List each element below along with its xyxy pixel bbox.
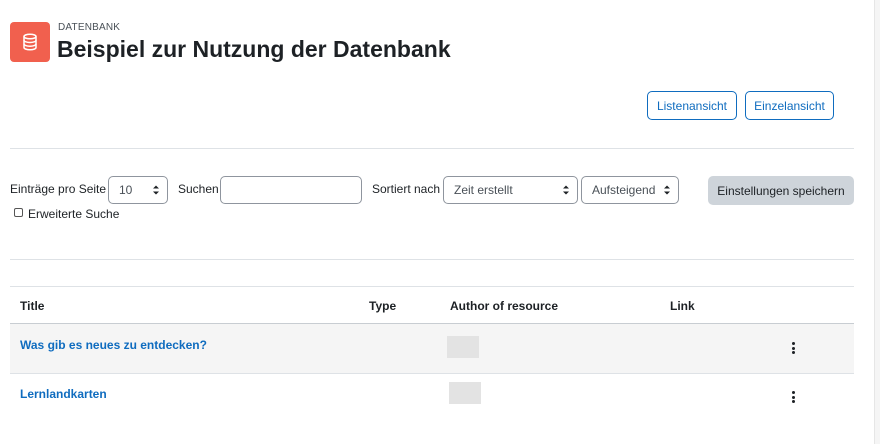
row-divider (10, 373, 854, 374)
sort-field-value: Zeit erstellt (454, 183, 513, 197)
list-view-button[interactable]: Listenansicht (647, 91, 737, 120)
search-label: Suchen (178, 182, 219, 196)
more-actions-icon[interactable] (791, 391, 795, 403)
divider (10, 259, 854, 260)
sort-field-select[interactable]: Zeit erstellt (443, 176, 578, 204)
advanced-search-checkbox[interactable] (14, 208, 23, 217)
select-caret-icon (563, 185, 569, 195)
per-page-value: 10 (119, 183, 133, 197)
sort-order-select[interactable]: Aufsteigend (581, 176, 679, 204)
column-header-link: Link (670, 299, 695, 313)
per-page-label: Einträge pro Seite (10, 182, 107, 196)
table-top-border (10, 286, 854, 287)
scrollbar-track[interactable] (874, 0, 880, 444)
advanced-search-label[interactable]: Erweiterte Suche (28, 207, 119, 221)
save-settings-button[interactable]: Einstellungen speichern (708, 176, 854, 205)
page-title: Beispiel zur Nutzung der Datenbank (57, 36, 451, 62)
column-header-author: Author of resource (450, 299, 559, 313)
divider (10, 148, 854, 149)
column-header-type: Type (369, 299, 397, 313)
database-icon (10, 22, 50, 62)
entry-title-link[interactable]: Lernlandkarten (20, 387, 107, 401)
author-placeholder (447, 336, 479, 358)
search-input[interactable] (220, 176, 362, 204)
sort-label: Sortiert nach (372, 182, 441, 196)
more-actions-icon[interactable] (791, 342, 795, 354)
author-placeholder (449, 382, 481, 404)
select-caret-icon (664, 185, 670, 195)
per-page-select[interactable]: 10 (108, 176, 168, 204)
single-view-button[interactable]: Einzelansicht (745, 91, 834, 120)
column-header-title: Title (20, 299, 45, 313)
entry-title-link[interactable]: Was gib es neues zu entdecken? (20, 338, 207, 352)
select-caret-icon (153, 185, 159, 195)
page-pretitle: DATENBANK (58, 22, 121, 33)
sort-order-value: Aufsteigend (592, 183, 656, 197)
